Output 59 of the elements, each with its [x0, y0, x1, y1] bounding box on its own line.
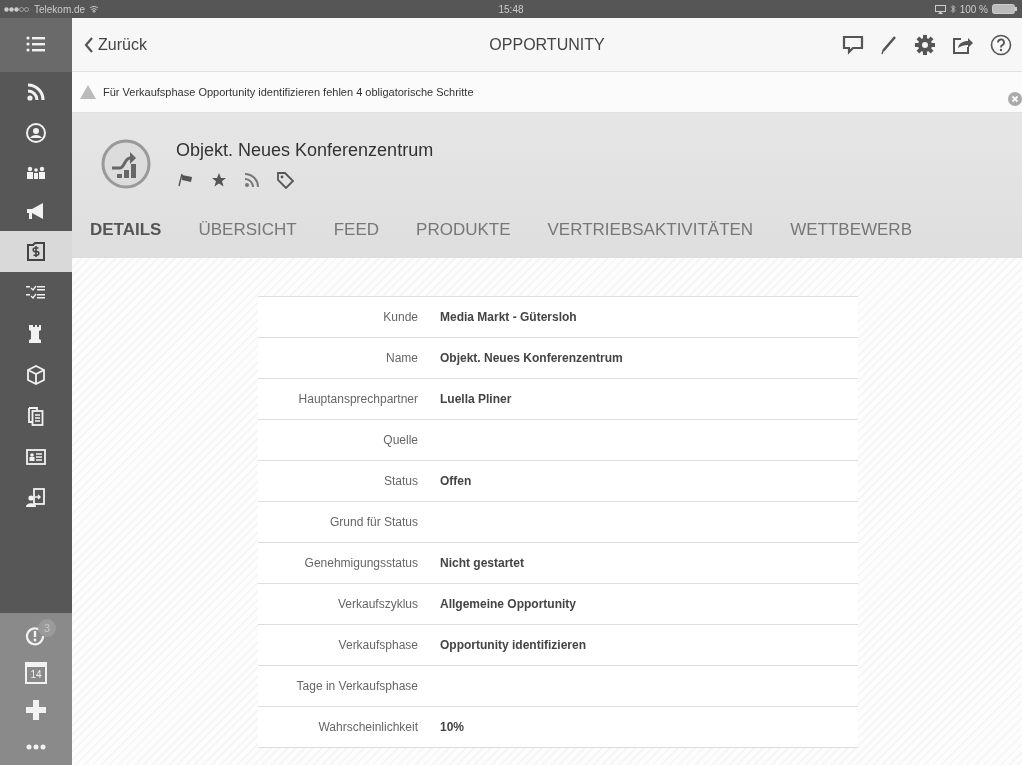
tab[interactable]: ÜBERSICHT [198, 202, 297, 258]
flag-icon[interactable] [178, 173, 194, 187]
tab[interactable]: WETTBEWERB [790, 202, 912, 258]
edit-icon[interactable] [880, 34, 898, 55]
comment-icon[interactable] [842, 34, 864, 55]
battery-percent: 100 % [959, 3, 988, 15]
dollar-document-icon [25, 240, 47, 263]
sidebar-item[interactable] [0, 231, 72, 272]
airplay-icon [934, 4, 946, 14]
field-label: Hauptansprechpartner [297, 392, 418, 406]
person-door-icon [25, 486, 47, 509]
calendar-icon: 14 [25, 661, 47, 684]
record-title: Objekt. Neues Konferenzentrum [176, 140, 434, 161]
more-icon [26, 743, 46, 750]
sidebar-item[interactable] [0, 18, 72, 72]
field-value: Objekt. Neues Konferenzentrum [440, 351, 623, 365]
field-label: Tage in Verkaufsphase [295, 679, 418, 693]
cube-icon [25, 363, 47, 386]
field-label: Grund für Status [328, 515, 418, 529]
tag-icon[interactable] [276, 171, 294, 189]
field-label: Kunde [382, 310, 418, 324]
opportunity-icon [100, 138, 152, 190]
back-button[interactable]: Zurück [82, 33, 149, 56]
feed-icon [25, 82, 47, 104]
feed-icon[interactable] [244, 172, 259, 188]
field-value: 10% [440, 720, 465, 734]
help-icon[interactable] [990, 33, 1012, 56]
tab[interactable]: VERTRIEBSAKTIVITÄTEN [547, 202, 754, 258]
field-label: Quelle [382, 433, 418, 447]
tab[interactable]: PRODUKTE [416, 202, 511, 258]
field-label: Name [385, 351, 418, 365]
page-title: OPPORTUNITY [489, 35, 605, 54]
add-icon [25, 698, 47, 721]
battery-icon [992, 4, 1018, 14]
wifi-icon [89, 5, 100, 13]
field-label: Wahrscheinlichkeit [317, 720, 418, 734]
field-label: Verkaufszyklus [336, 597, 418, 611]
field-value: Media Markt - Gütersloh [440, 310, 577, 324]
star-icon[interactable] [211, 172, 227, 188]
contact-icon [25, 122, 47, 145]
warning-icon [80, 85, 96, 99]
field-value: Nicht gestartet [440, 556, 525, 570]
field-label: Verkaufsphase [337, 638, 418, 652]
bluetooth-icon [949, 4, 956, 14]
warning-text: Für Verkaufsphase Opportunity identifizieren fehlen 4 obligatorische Schritte [103, 86, 474, 98]
tab[interactable]: DETAILS [90, 202, 162, 258]
settings-icon[interactable] [914, 33, 936, 56]
signal-icon [4, 6, 30, 12]
field-value: Allgemeine Opportunity [440, 597, 576, 611]
field-value: Offen [440, 474, 472, 488]
sidebar-item[interactable]: 14 [0, 654, 72, 691]
tab[interactable]: FEED [333, 202, 380, 258]
clock-time: 15:48 [498, 3, 524, 15]
chevron-left-icon [84, 36, 94, 53]
field-value: Luella Pliner [440, 392, 512, 406]
field-value: Opportunity identifizieren [440, 638, 586, 652]
carrier-name: Telekom.de [34, 3, 86, 15]
field-label: Status [382, 474, 418, 488]
field-label: Genehmigungsstatus [303, 556, 418, 570]
